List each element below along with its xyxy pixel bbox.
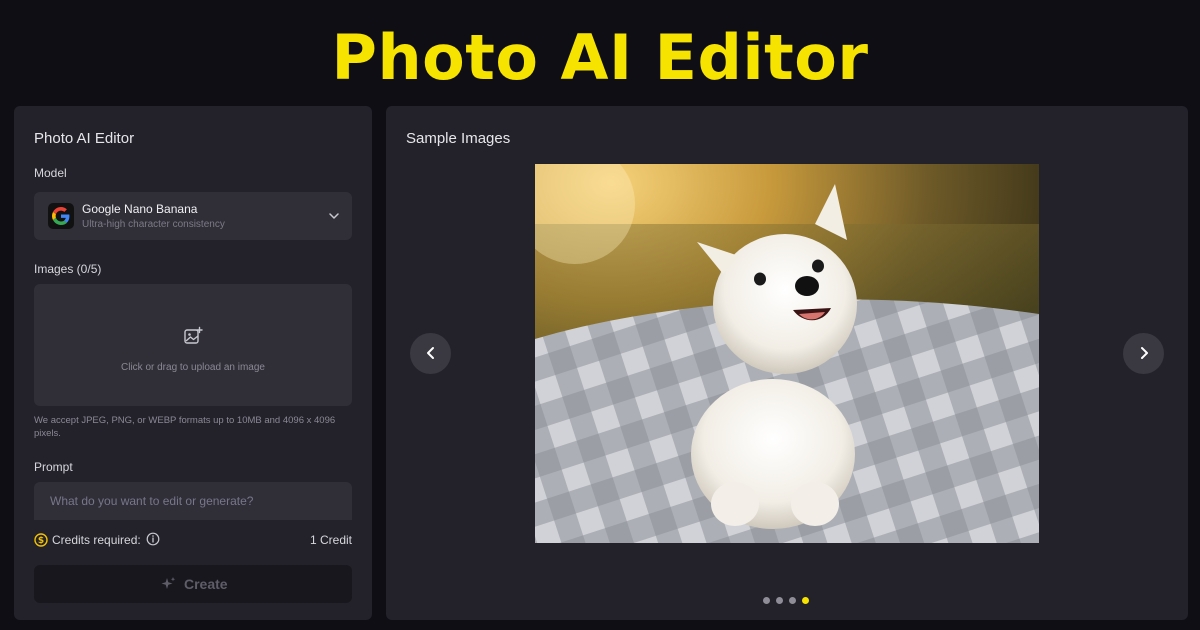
- images-label: Images (0/5): [34, 262, 102, 276]
- model-description: Ultra-high character consistency: [82, 219, 225, 230]
- google-logo-icon: [48, 203, 74, 229]
- credits-label: Credits required:: [52, 533, 141, 547]
- chevron-left-icon: [427, 347, 434, 359]
- editor-title: Photo AI Editor: [34, 130, 135, 147]
- carousel-dot[interactable]: [763, 597, 770, 604]
- editor-panel: Photo AI Editor Model Google Nano Banana…: [14, 106, 372, 620]
- credits-row: $ Credits required: 1 Credit: [34, 532, 352, 548]
- model-select[interactable]: Google Nano Banana Ultra-high character …: [34, 192, 352, 240]
- carousel-dot[interactable]: [789, 597, 796, 604]
- sparkle-icon: [161, 577, 176, 589]
- coin-icon: $: [34, 533, 48, 547]
- carousel-dot[interactable]: [802, 597, 809, 604]
- prompt-input[interactable]: [34, 482, 352, 520]
- image-upload-dropzone[interactable]: Click or drag to upload an image: [34, 284, 352, 406]
- create-button-label: Create: [184, 576, 228, 592]
- sample-images-title: Sample Images: [406, 130, 511, 147]
- info-icon[interactable]: [146, 532, 160, 546]
- next-image-button[interactable]: [1123, 333, 1164, 374]
- sample-image: [535, 164, 1039, 543]
- previous-image-button[interactable]: [410, 333, 451, 374]
- svg-text:$: $: [38, 536, 44, 546]
- credits-value: 1 Credit: [309, 533, 352, 547]
- model-name: Google Nano Banana: [82, 202, 198, 216]
- hero-title: Photo AI Editor: [331, 21, 869, 94]
- prompt-label: Prompt: [34, 460, 73, 474]
- chevron-right-icon: [1141, 347, 1148, 359]
- model-label: Model: [34, 166, 67, 180]
- sample-images-panel: Sample Images: [386, 106, 1188, 620]
- add-image-icon: [184, 326, 203, 344]
- chevron-down-icon: [329, 213, 339, 219]
- create-button[interactable]: Create: [34, 565, 352, 603]
- carousel-dot[interactable]: [776, 597, 783, 604]
- accepted-formats-note: We accept JPEG, PNG, or WEBP formats up …: [34, 415, 336, 439]
- upload-instructions: Click or drag to upload an image: [121, 362, 265, 373]
